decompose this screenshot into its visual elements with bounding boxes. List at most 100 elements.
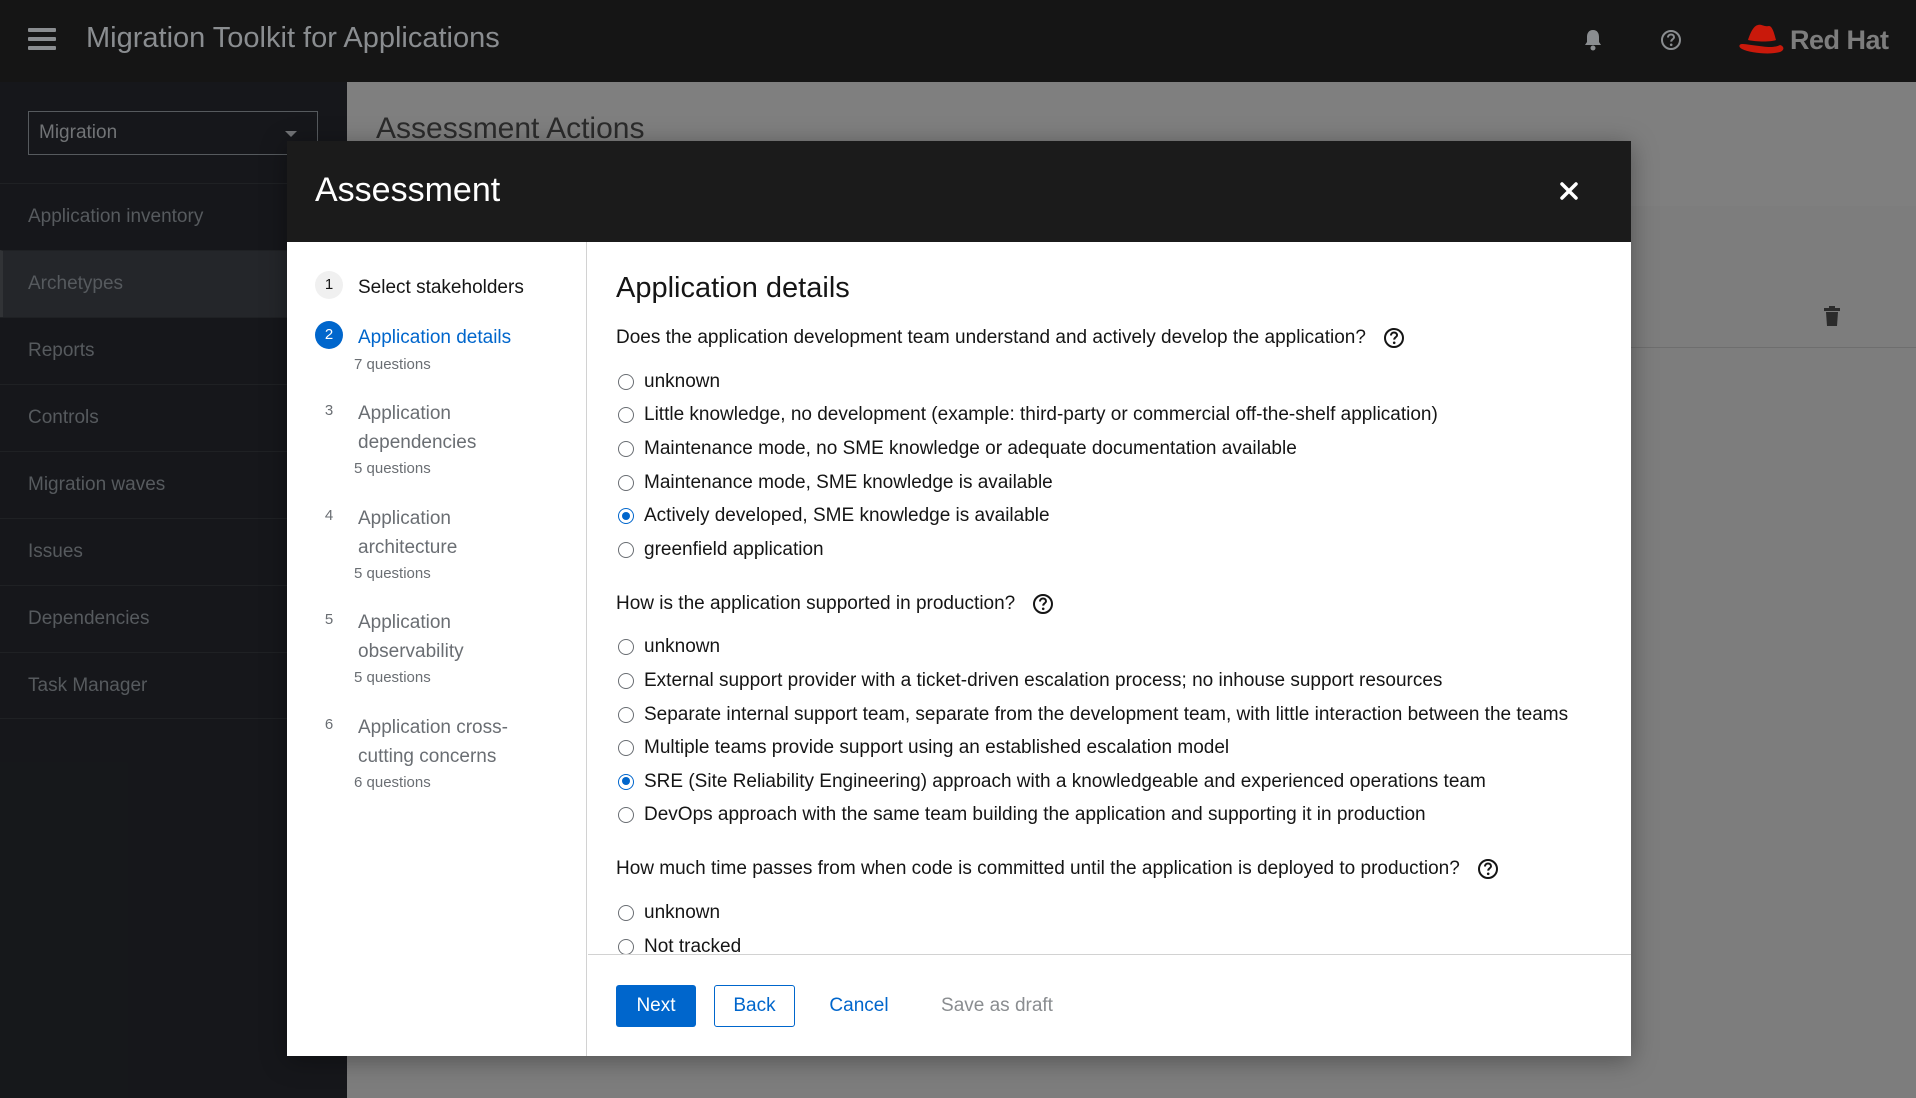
radio-label: External support provider with a ticket-… — [644, 669, 1443, 691]
radio-option[interactable]: greenfield application — [616, 533, 1603, 567]
radio-button-checked[interactable] — [618, 773, 634, 790]
step-question-count: 7 questions — [354, 356, 431, 373]
radio-option[interactable]: Not tracked — [616, 930, 1603, 954]
radio-button-checked[interactable] — [618, 508, 634, 525]
radio-label: Maintenance mode, SME knowledge is avail… — [644, 471, 1053, 493]
caret-down-icon — [285, 131, 297, 137]
question: How much time passes from when code is c… — [616, 858, 1603, 880]
radio-option[interactable]: unknown — [616, 896, 1603, 930]
radio-button[interactable] — [618, 541, 634, 558]
radio-option[interactable]: unknown — [616, 365, 1603, 399]
question: How is the application supported in prod… — [616, 593, 1603, 615]
radio-option[interactable]: Maintenance mode, no SME knowledge or ad… — [616, 432, 1603, 466]
radio-option[interactable]: Maintenance mode, SME knowledge is avail… — [616, 466, 1603, 500]
masthead: Migration Toolkit for Applications Red H… — [0, 0, 1916, 82]
question-text: Does the application development team un… — [616, 327, 1366, 348]
save-as-draft-button[interactable]: Save as draft — [927, 985, 1067, 1027]
radio-button[interactable] — [618, 807, 634, 824]
step-question-count: 5 questions — [354, 460, 431, 477]
help-icon[interactable] — [1660, 29, 1682, 51]
radio-option[interactable]: Little knowledge, no development (exampl… — [616, 399, 1603, 433]
table-row — [1630, 288, 1916, 348]
trash-icon[interactable] — [1823, 306, 1841, 326]
radio-label: Not tracked — [644, 935, 742, 954]
sidebar-item-label: Issues — [28, 541, 83, 562]
radio-label: Multiple teams provide support using an … — [644, 737, 1230, 759]
sidebar-item-label: Application inventory — [28, 206, 204, 227]
help-icon[interactable] — [1477, 858, 1499, 880]
radio-option[interactable]: External support provider with a ticket-… — [616, 664, 1603, 698]
question-text: How is the application supported in prod… — [616, 592, 1016, 614]
red-hat-icon — [1739, 24, 1784, 54]
step-question-count: 6 questions — [354, 774, 431, 791]
radio-button[interactable] — [618, 740, 634, 757]
sidebar-item-label: Task Manager — [28, 675, 148, 696]
step-number: 3 — [324, 402, 334, 419]
brand-name: Red Hat — [1790, 24, 1889, 55]
sidebar-item-label: Controls — [28, 407, 99, 428]
radio-button[interactable] — [618, 672, 634, 689]
bell-icon[interactable] — [1582, 28, 1604, 52]
radio-option[interactable]: Separate internal support team, separate… — [616, 698, 1603, 732]
step-label: Application details — [358, 327, 512, 348]
step-question-count: 5 questions — [354, 669, 431, 686]
radio-button[interactable] — [618, 373, 634, 390]
radio-group: unknown Little knowledge, no development… — [616, 365, 1603, 567]
sidebar-item-label: Migration waves — [28, 474, 166, 495]
sidebar-item-label: Archetypes — [28, 273, 124, 294]
step-label: Application cross-cutting concerns — [358, 717, 508, 767]
radio-button[interactable] — [618, 639, 634, 656]
radio-button[interactable] — [618, 904, 634, 921]
radio-label: SRE (Site Reliability Engineering) appro… — [644, 770, 1486, 792]
question: Does the application development team un… — [616, 327, 1603, 349]
radio-button[interactable] — [618, 938, 634, 954]
radio-label: Actively developed, SME knowledge is ava… — [644, 505, 1050, 527]
next-button[interactable]: Next — [616, 985, 696, 1027]
radio-option[interactable]: DevOps approach with the same team build… — [616, 799, 1603, 833]
radio-option-selected[interactable]: Actively developed, SME knowledge is ava… — [616, 499, 1603, 533]
radio-label: unknown — [644, 901, 721, 923]
assessment-modal: Assessment 1 Select stakeholders 2 Appli… — [287, 141, 1631, 1056]
perspective-select[interactable]: Migration — [28, 111, 318, 155]
radio-label: Little knowledge, no development (exampl… — [644, 404, 1438, 426]
radio-label: Separate internal support team, separate… — [644, 703, 1569, 725]
step-label: Select stakeholders — [358, 277, 524, 298]
sidebar-item-label: Reports — [28, 340, 95, 361]
radio-label: Maintenance mode, no SME knowledge or ad… — [644, 437, 1297, 459]
radio-button[interactable] — [618, 706, 634, 723]
radio-option-selected[interactable]: SRE (Site Reliability Engineering) appro… — [616, 765, 1603, 799]
back-button[interactable]: Back — [714, 985, 795, 1027]
app-title: Migration Toolkit for Applications — [86, 22, 500, 54]
wizard-footer: Next Back Cancel Save as draft — [588, 954, 1631, 1056]
section-title: Application details — [616, 272, 850, 304]
close-icon[interactable] — [1553, 175, 1585, 207]
radio-label: unknown — [644, 370, 721, 392]
step-number: 2 — [315, 321, 343, 349]
radio-button[interactable] — [618, 407, 634, 424]
step-question-count: 5 questions — [354, 565, 431, 582]
help-icon[interactable] — [1383, 327, 1405, 349]
step-label: Application architecture — [358, 508, 458, 558]
radio-option[interactable]: Multiple teams provide support using an … — [616, 731, 1603, 765]
radio-option[interactable]: unknown — [616, 631, 1603, 665]
question-text: How much time passes from when code is c… — [616, 858, 1460, 880]
modal-header: Assessment — [287, 141, 1631, 242]
red-hat-logo: Red Hat — [1736, 20, 1889, 60]
step-label: Application dependencies — [358, 403, 477, 453]
modal-title: Assessment — [315, 171, 501, 209]
step-label: Application observability — [358, 612, 464, 662]
radio-group: unknown External support provider with a… — [616, 631, 1603, 833]
radio-label: greenfield application — [644, 538, 824, 560]
cancel-button[interactable]: Cancel — [809, 985, 909, 1027]
help-icon[interactable] — [1032, 593, 1054, 615]
step-number: 4 — [324, 507, 334, 524]
sidebar-item-label: Dependencies — [28, 608, 150, 629]
wizard-body: Application details Does the application… — [588, 242, 1631, 954]
step-number: 6 — [324, 716, 334, 733]
radio-button[interactable] — [618, 440, 634, 457]
step-number: 5 — [324, 611, 334, 628]
radio-button[interactable] — [618, 474, 634, 491]
step-number: 1 — [315, 271, 343, 299]
perspective-label: Migration — [39, 122, 118, 143]
hamburger-menu-icon[interactable] — [28, 28, 56, 50]
